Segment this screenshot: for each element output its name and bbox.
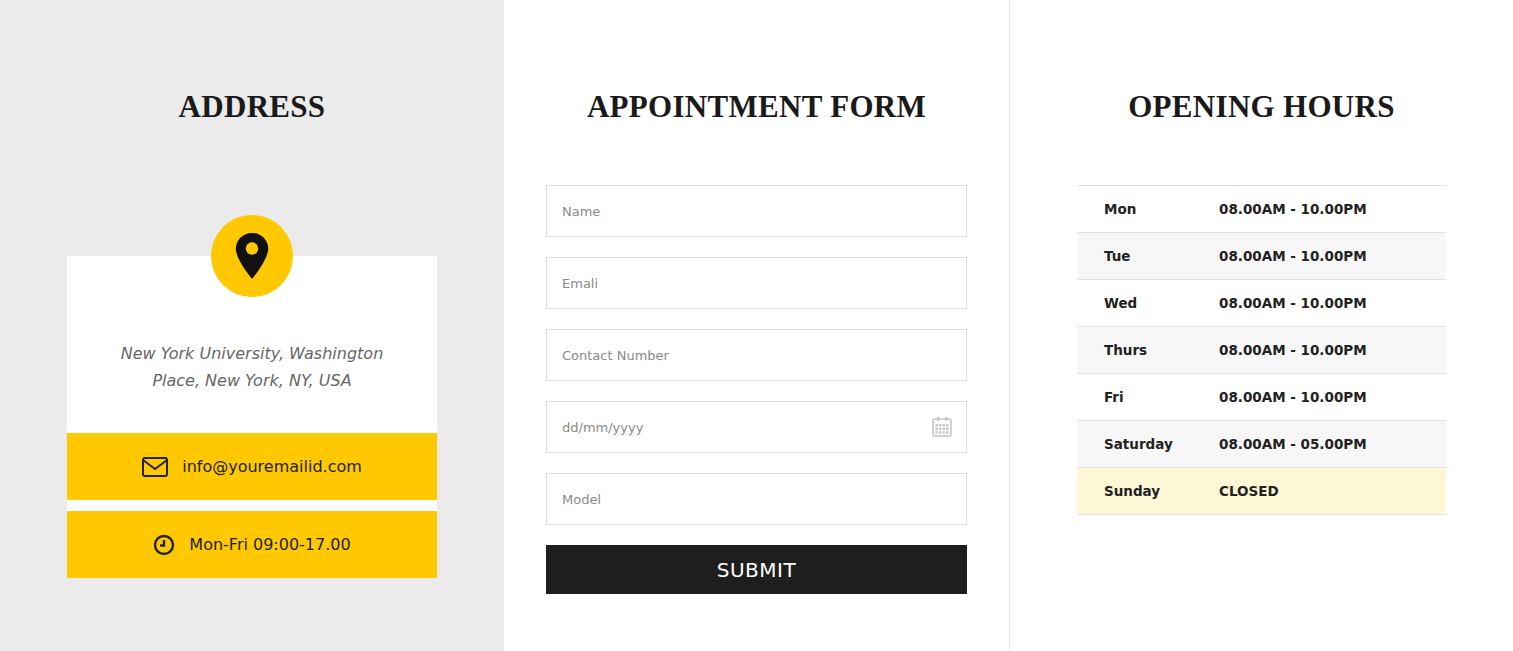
- text-input[interactable]: [546, 401, 967, 453]
- day-label: Thurs: [1104, 342, 1219, 358]
- hours-row: Tue08.00AM - 10.00PM: [1077, 233, 1446, 280]
- hours-bar: Mon-Fri 09:00-17.00: [67, 511, 437, 578]
- day-label: Tue: [1104, 248, 1219, 264]
- form-column: APPOINTMENT FORM SUBMIT: [504, 0, 1010, 651]
- clock-icon: [153, 534, 175, 556]
- time-label: 08.00AM - 10.00PM: [1219, 248, 1367, 264]
- contact-section: ADDRESS New York University, WashingtonPl…: [0, 0, 1513, 651]
- text-input[interactable]: [546, 257, 967, 309]
- form-heading: APPOINTMENT FORM: [587, 88, 926, 126]
- hours-row: Thurs08.00AM - 10.00PM: [1077, 327, 1446, 374]
- form-field: [546, 473, 967, 525]
- text-input[interactable]: [546, 473, 967, 525]
- time-label: 08.00AM - 10.00PM: [1219, 295, 1367, 311]
- hours-row: SundayCLOSED: [1077, 468, 1446, 515]
- address-heading: ADDRESS: [179, 88, 326, 126]
- email-bar[interactable]: info@youremailid.com: [67, 433, 437, 500]
- hours-row: Wed08.00AM - 10.00PM: [1077, 280, 1446, 327]
- form-field: [546, 401, 967, 453]
- hours-row: Saturday08.00AM - 05.00PM: [1077, 421, 1446, 468]
- address-text: New York University, WashingtonPlace, Ne…: [67, 340, 437, 433]
- address-card-body: New York University, WashingtonPlace, Ne…: [67, 256, 437, 578]
- hours-column: OPENING HOURSMon08.00AM - 10.00PMTue08.0…: [1010, 0, 1513, 651]
- hours-heading: OPENING HOURS: [1128, 88, 1395, 126]
- appointment-form: SUBMIT: [546, 185, 967, 594]
- pin-badge: [211, 215, 293, 297]
- day-label: Mon: [1104, 201, 1219, 217]
- time-label: CLOSED: [1219, 483, 1279, 499]
- form-field: [546, 185, 967, 237]
- submit-button[interactable]: SUBMIT: [546, 545, 967, 594]
- envelope-icon: [142, 457, 168, 477]
- day-label: Sunday: [1104, 483, 1219, 499]
- time-label: 08.00AM - 10.00PM: [1219, 342, 1367, 358]
- hours-row: Fri08.00AM - 10.00PM: [1077, 374, 1446, 421]
- text-input[interactable]: [546, 329, 967, 381]
- hours-row: Mon08.00AM - 10.00PM: [1077, 186, 1446, 233]
- time-label: 08.00AM - 10.00PM: [1219, 201, 1367, 217]
- day-label: Fri: [1104, 389, 1219, 405]
- form-field: [546, 329, 967, 381]
- hours-table: Mon08.00AM - 10.00PMTue08.00AM - 10.00PM…: [1077, 185, 1446, 515]
- day-label: Saturday: [1104, 436, 1219, 452]
- calendar-icon[interactable]: [932, 417, 952, 437]
- address-card: New York University, WashingtonPlace, Ne…: [67, 215, 437, 578]
- map-pin-icon: [235, 233, 269, 279]
- address-column: ADDRESS New York University, WashingtonPl…: [0, 0, 504, 651]
- time-label: 08.00AM - 10.00PM: [1219, 389, 1367, 405]
- time-label: 08.00AM - 05.00PM: [1219, 436, 1367, 452]
- text-input[interactable]: [546, 185, 967, 237]
- day-label: Wed: [1104, 295, 1219, 311]
- form-field: [546, 257, 967, 309]
